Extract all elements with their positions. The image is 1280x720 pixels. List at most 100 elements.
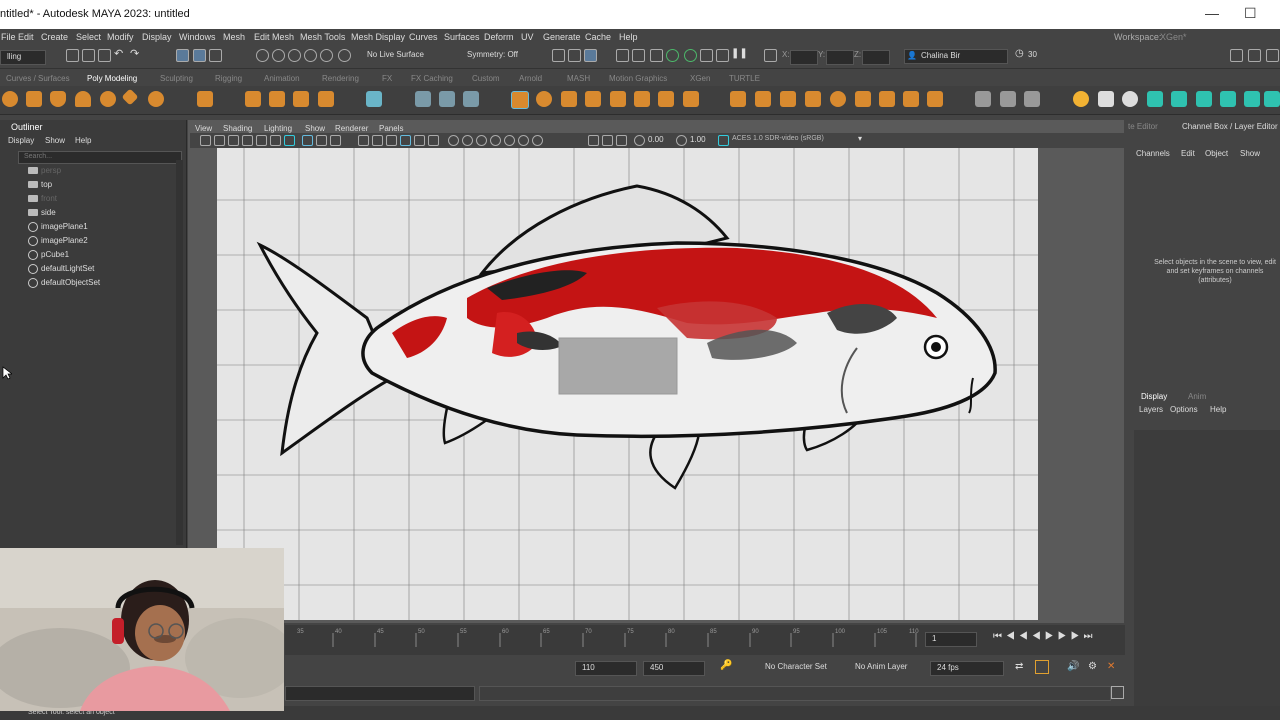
- tab-xgen[interactable]: XGen: [690, 74, 710, 83]
- snap-vertex-icon[interactable]: [338, 49, 351, 62]
- extrude-icon[interactable]: [730, 91, 746, 107]
- joint-icon[interactable]: [1098, 91, 1114, 107]
- boolean-icon[interactable]: [634, 91, 650, 107]
- snap-point-icon[interactable]: [288, 49, 301, 62]
- bevel-icon[interactable]: [780, 91, 796, 107]
- outliner-menu-help[interactable]: Help: [75, 136, 91, 145]
- paint-weights-icon[interactable]: [975, 91, 991, 107]
- freeze-transform-icon[interactable]: [439, 91, 455, 107]
- render-settings-icon[interactable]: [650, 49, 663, 62]
- tab-rendering[interactable]: Rendering: [322, 74, 359, 83]
- cross-icon[interactable]: [1147, 91, 1163, 107]
- viewport-menu-panels[interactable]: Panels: [379, 124, 403, 133]
- svg-icon[interactable]: [318, 91, 334, 107]
- camera-select-icon[interactable]: [200, 135, 211, 146]
- ui-icon[interactable]: [588, 135, 599, 146]
- lasso-tool-icon[interactable]: [193, 49, 206, 62]
- viewport-canvas[interactable]: [217, 148, 1038, 620]
- arnold-shader-icon[interactable]: [716, 49, 729, 62]
- menu-uv[interactable]: UV: [521, 32, 534, 42]
- poly-torus-icon[interactable]: [100, 91, 116, 107]
- cache-icon[interactable]: [1035, 660, 1049, 674]
- attribute-editor-icon[interactable]: [1266, 49, 1279, 62]
- xray-joints-icon[interactable]: [428, 135, 439, 146]
- xgen-groom-icon[interactable]: [1220, 91, 1236, 107]
- snap-surface-icon[interactable]: [320, 49, 333, 62]
- tab-fx[interactable]: FX: [382, 74, 392, 83]
- user-dropdown[interactable]: 👤 Chalina Bir: [904, 49, 1008, 64]
- poly-cylinder-icon[interactable]: [50, 91, 66, 107]
- open-scene-icon[interactable]: [82, 49, 95, 62]
- sound-icon[interactable]: 🔊: [1067, 661, 1079, 672]
- x-field[interactable]: [790, 50, 818, 65]
- select-tool-icon[interactable]: [176, 49, 189, 62]
- render-view-icon[interactable]: [632, 49, 645, 62]
- sweep-mesh-icon[interactable]: [269, 91, 285, 107]
- tab-animation[interactable]: Animation: [264, 74, 300, 83]
- colorspace-chevron-icon[interactable]: ▾: [858, 134, 862, 143]
- poly-cube-icon[interactable]: [26, 91, 42, 107]
- outliner-menu-display[interactable]: Display: [8, 136, 34, 145]
- quad-draw-icon[interactable]: [927, 91, 943, 107]
- color-management-icon[interactable]: [718, 135, 729, 146]
- poly-text-icon[interactable]: [293, 91, 309, 107]
- outliner-row-defaultobjectset[interactable]: defaultObjectSet: [28, 278, 100, 291]
- menuset-dropdown[interactable]: lling: [0, 50, 46, 65]
- 2d-pan-icon[interactable]: [256, 135, 267, 146]
- paint-select-icon[interactable]: [209, 49, 222, 62]
- depth-of-field-icon[interactable]: [518, 135, 529, 146]
- anim-layer-dropdown[interactable]: No Anim Layer: [855, 662, 907, 671]
- tab-mash[interactable]: MASH: [567, 74, 590, 83]
- fill-hole-icon[interactable]: [658, 91, 674, 107]
- panel-toggle-icon[interactable]: [1230, 49, 1243, 62]
- menu-modify[interactable]: Modify: [107, 32, 134, 42]
- hypershade-icon[interactable]: [616, 49, 629, 62]
- xgen-description-icon[interactable]: [1171, 91, 1187, 107]
- append-icon[interactable]: [805, 91, 821, 107]
- fps-dropdown[interactable]: 24 fps: [930, 661, 1004, 676]
- edge-loop-icon[interactable]: [879, 91, 895, 107]
- sculpt-icon[interactable]: [1000, 91, 1016, 107]
- animation-prefs-icon[interactable]: ✕: [1107, 661, 1115, 672]
- viewport-menu-show[interactable]: Show: [305, 124, 325, 133]
- reduce-icon[interactable]: [683, 91, 699, 107]
- grid-toggle-icon[interactable]: [302, 135, 313, 146]
- exposure-icon[interactable]: [634, 135, 645, 146]
- tab-motion-graphics[interactable]: Motion Graphics: [609, 74, 667, 83]
- loop-icon[interactable]: ⇄: [1015, 661, 1023, 672]
- tab-attribute-editor[interactable]: te Editor: [1128, 122, 1158, 131]
- grid-icon[interactable]: [366, 91, 382, 107]
- camera-attr-icon[interactable]: [214, 135, 225, 146]
- motion-blur-icon[interactable]: [490, 135, 501, 146]
- current-frame-field[interactable]: 1: [925, 632, 977, 647]
- tab-turtle[interactable]: TURTLE: [729, 74, 760, 83]
- symmetry-dropdown[interactable]: Symmetry: Off: [467, 50, 518, 59]
- menu-create[interactable]: Create: [41, 32, 68, 42]
- menu-help[interactable]: Help: [619, 32, 638, 42]
- outliner-row-pcube1[interactable]: pCube1: [28, 250, 69, 263]
- gamma-value[interactable]: 1.00: [690, 135, 706, 144]
- select-cam-icon[interactable]: [616, 135, 627, 146]
- outliner-row-defaultlightset[interactable]: defaultLightSet: [28, 264, 94, 277]
- xgen-preview-icon[interactable]: [1264, 91, 1280, 107]
- redo-icon[interactable]: ↷: [130, 47, 139, 60]
- maximize-icon[interactable]: ☐: [1244, 5, 1257, 22]
- tab-layer-anim[interactable]: Anim: [1188, 392, 1206, 401]
- menu-curves[interactable]: Curves: [409, 32, 438, 42]
- delete-history-icon[interactable]: [463, 91, 479, 107]
- tab-custom[interactable]: Custom: [472, 74, 500, 83]
- outliner-row-top[interactable]: top: [28, 180, 52, 193]
- tab-arnold[interactable]: Arnold: [519, 74, 542, 83]
- menu-select[interactable]: Select: [76, 32, 101, 42]
- platonic-solid-icon[interactable]: [197, 91, 213, 107]
- preferences-icon[interactable]: ⚙: [1088, 661, 1097, 672]
- layers-menu-options[interactable]: Options: [1170, 405, 1198, 414]
- outliner-row-persp[interactable]: persp: [28, 166, 61, 179]
- z-field[interactable]: [862, 50, 890, 65]
- outliner-search-input[interactable]: Search...: [18, 151, 182, 164]
- channels-menu-edit[interactable]: Edit: [1181, 149, 1195, 158]
- outliner-scrollbar[interactable]: [176, 160, 183, 545]
- save-scene-icon[interactable]: [98, 49, 111, 62]
- minimize-icon[interactable]: —: [1205, 5, 1219, 21]
- outliner-row-imageplane1[interactable]: imagePlane1: [28, 222, 88, 235]
